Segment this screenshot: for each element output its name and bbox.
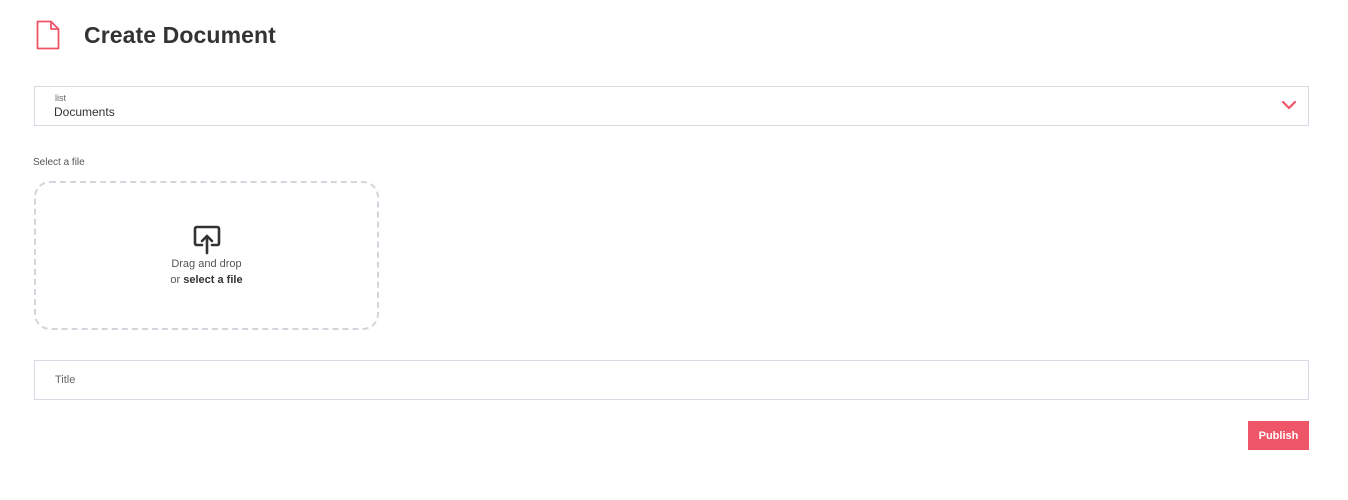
chevron-down-icon[interactable] <box>1281 99 1297 111</box>
page-header: Create Document <box>36 17 276 53</box>
or-text: or <box>170 274 184 286</box>
select-file-link[interactable]: select a file <box>183 274 242 286</box>
page-title: Create Document <box>84 21 276 48</box>
file-dropzone[interactable]: Drag and drop or select a file <box>34 181 379 330</box>
publish-button[interactable]: Publish <box>1248 421 1309 450</box>
select-file-line: or select a file <box>36 274 377 286</box>
select-file-label: Select a file <box>33 157 85 168</box>
list-select[interactable]: list Documents <box>34 86 1309 126</box>
title-input[interactable] <box>34 360 1309 400</box>
list-select-label: list <box>55 93 66 103</box>
upload-icon <box>193 225 221 255</box>
document-icon <box>36 20 60 50</box>
list-select-value: Documents <box>54 105 115 119</box>
create-document-page: Create Document list Documents Select a … <box>0 0 1348 500</box>
drag-and-drop-text: Drag and drop <box>171 258 242 270</box>
